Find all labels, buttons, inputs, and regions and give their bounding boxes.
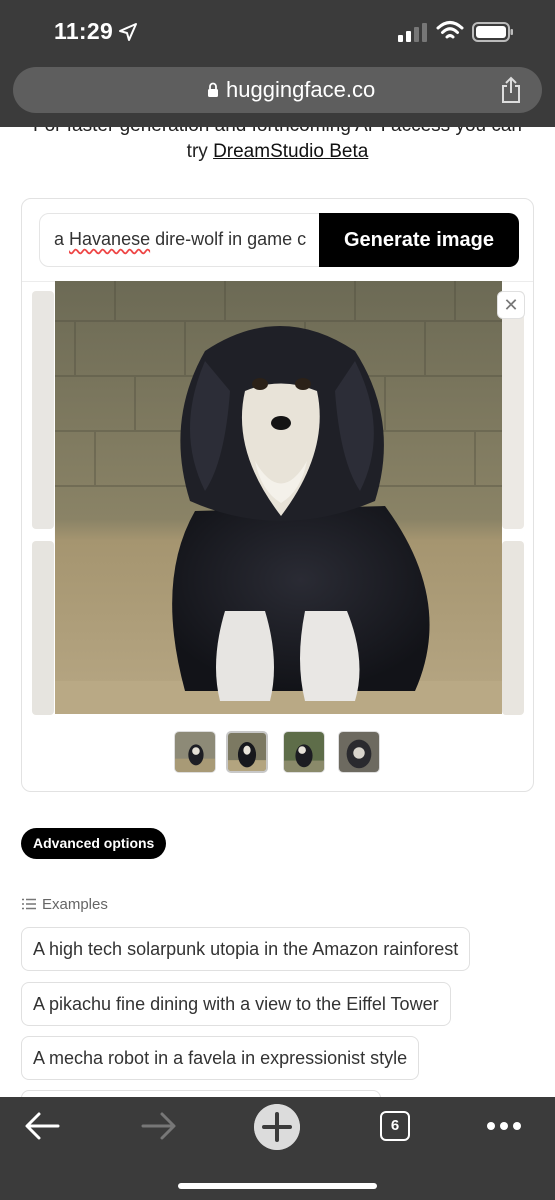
thumbnail-2[interactable] [226,731,268,773]
generate-image-button[interactable]: Generate image [319,213,519,267]
example-item[interactable]: A mecha robot in a favela in expressioni… [21,1036,420,1080]
gallery-tile [32,291,54,529]
thumbnail-strip [174,731,384,775]
example-item[interactable]: A pikachu fine dining with a view to the… [21,982,451,1026]
prompt-input[interactable]: a Havanese dire-wolf in game c [39,213,329,267]
prompt-text-misspelled: Havanese [69,229,151,249]
back-arrow-icon[interactable] [24,1111,60,1141]
list-icon [22,898,36,910]
status-time: 11:29 [54,18,114,44]
location-arrow-icon [119,23,137,41]
forward-arrow-icon[interactable] [141,1111,177,1141]
browser-screen: 11:29 huggingface.co try DreamStudio Bet… [0,0,555,1200]
generator-card: a Havanese dire-wolf in game c Generate … [21,198,534,792]
home-indicator [178,1183,377,1189]
thumbnail-4[interactable] [338,731,380,773]
lock-icon [208,82,218,97]
more-options-icon[interactable] [486,1121,522,1131]
address-bar[interactable]: huggingface.co [13,67,542,113]
thumbnail-3[interactable] [283,731,325,773]
advanced-options-button[interactable]: Advanced options [21,828,167,859]
new-tab-plus-icon[interactable] [254,1104,300,1150]
close-image-button[interactable]: ✕ [497,291,525,319]
examples-label: Examples [42,896,108,913]
try-text: try [186,141,208,162]
browser-top-chrome: 11:29 huggingface.co [0,0,555,127]
prompt-text-rest: dire-wolf in game c [155,229,307,249]
gallery-tile [502,541,524,715]
share-icon[interactable] [499,76,523,104]
status-bar: 11:29 [0,0,555,62]
battery-icon [472,22,513,42]
wifi-icon [436,21,464,39]
cellular-signal-icon [398,23,427,42]
prompt-text-start: a [54,229,65,249]
browser-bottom-toolbar: 6 [0,1097,555,1200]
intro-text-line: try DreamStudio Beta [0,141,555,163]
thumbnail-1[interactable] [174,731,216,773]
url-text: huggingface.co [226,77,376,102]
example-item[interactable]: A high tech solarpunk utopia in the Amaz… [21,927,471,971]
gallery-tile [502,291,524,529]
examples-header: Examples [22,896,108,913]
dreamstudio-link[interactable]: DreamStudio Beta [213,141,368,162]
gallery-tile [32,541,54,715]
generated-dog-image [55,281,502,714]
tab-switcher-button[interactable]: 6 [380,1111,410,1141]
